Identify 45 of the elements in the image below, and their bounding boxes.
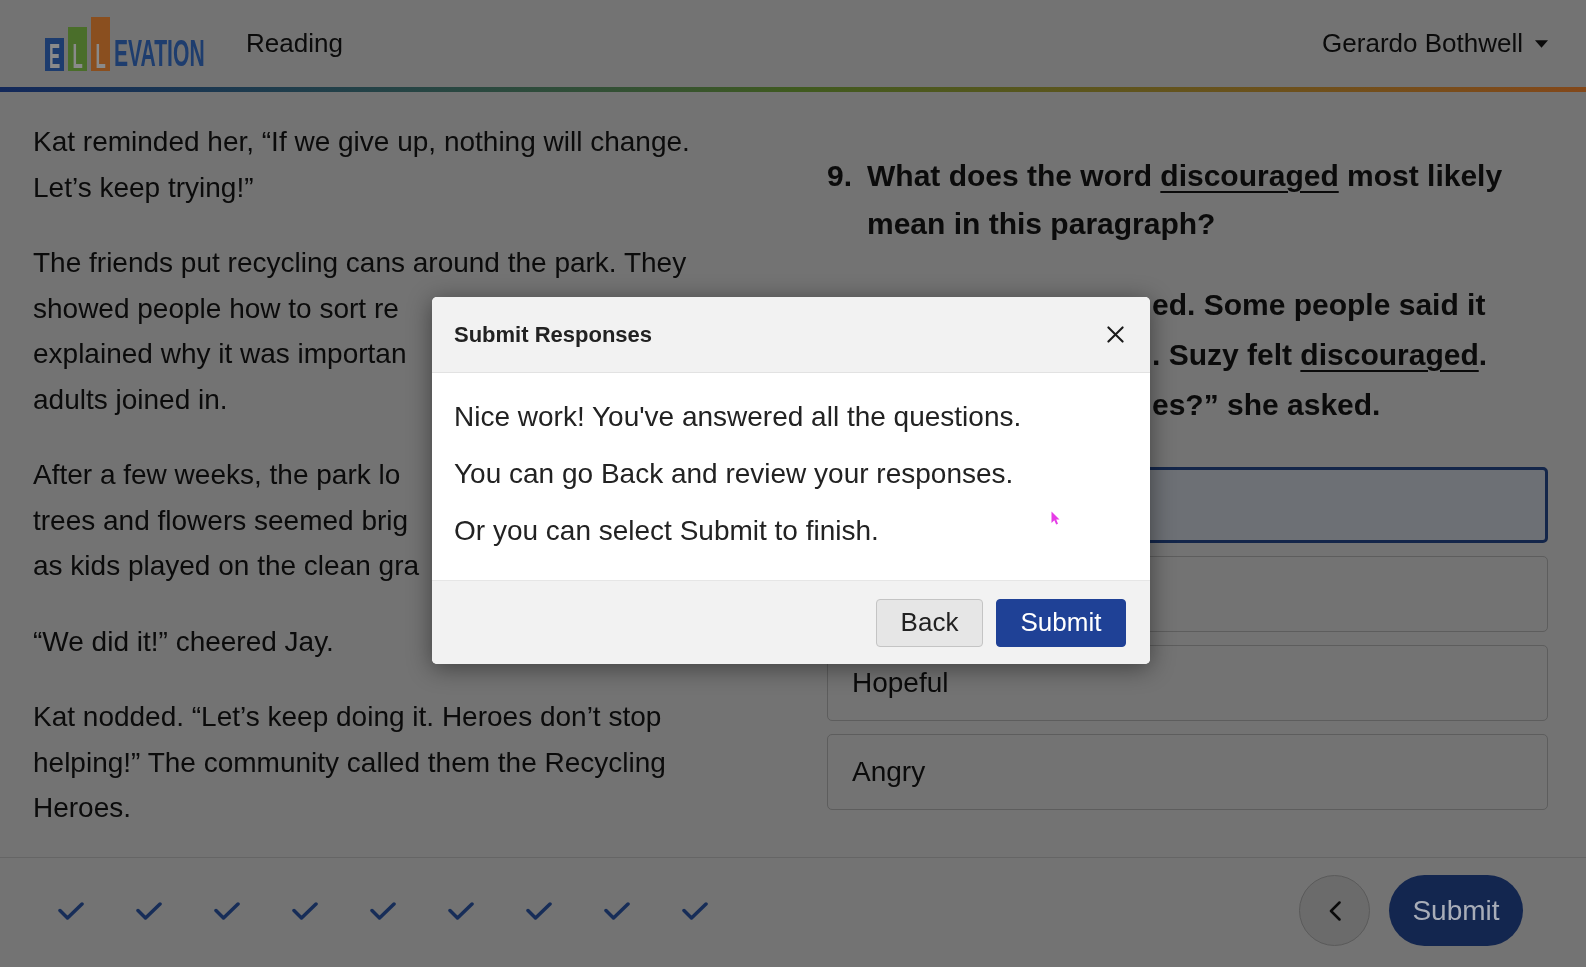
mouse-pointer-icon xyxy=(1051,511,1060,525)
submit-button[interactable]: Submit xyxy=(1389,875,1523,946)
passage-text: Let’s keep trying!” xyxy=(33,170,254,205)
passage-text: adults joined in. xyxy=(33,382,228,417)
logo-letter-tile: L xyxy=(91,16,110,71)
passage-text: explained why it was importan xyxy=(33,337,407,371)
question-text: What does the word discouraged most likely mean in this paragraph? xyxy=(867,158,1504,242)
submit-button[interactable]: Submit xyxy=(996,598,1126,647)
check-icon[interactable] xyxy=(604,901,630,920)
close-icon[interactable] xyxy=(1107,326,1124,343)
passage-text: as kids played on the clean gra xyxy=(33,549,420,583)
back-button[interactable]: Back xyxy=(876,598,983,647)
logo-letter-tile: L xyxy=(68,26,87,71)
question-number: 9. xyxy=(827,158,854,194)
logo-letter-tile: E xyxy=(45,37,64,71)
passage-text: helping!” The community called them the Recycling xyxy=(33,745,666,780)
user-menu-button[interactable]: Gerardo Bothwell xyxy=(1322,24,1548,63)
dialog-title: Submit Responses xyxy=(454,321,653,349)
passage-text: “We did it!” cheered Jay. xyxy=(33,624,334,659)
check-icon[interactable] xyxy=(370,901,396,920)
dialog-message: Nice work! You've answered all the questions. xyxy=(454,400,1022,434)
passage-text: Kat nodded. “Let’s keep doing it. Heroes don’t stop xyxy=(33,700,662,734)
check-icon[interactable] xyxy=(58,901,84,920)
dialog-message: You can go Back and review your responses. xyxy=(454,457,1014,491)
check-icon[interactable] xyxy=(292,901,318,920)
check-icon[interactable] xyxy=(214,901,240,920)
dialog-message: Or you can select Submit to finish. xyxy=(454,514,879,548)
excerpt-text: . Suzy felt discouraged. xyxy=(1152,337,1488,373)
excerpt-text: ed. Some people said it xyxy=(1152,287,1486,323)
passage-text: The friends put recycling cans around the park. They xyxy=(33,246,687,280)
excerpt-text: es?” she asked. xyxy=(1152,387,1381,423)
answer-option[interactable]: Angry xyxy=(827,734,1548,810)
passage-text: showed people how to sort re xyxy=(33,291,399,326)
section-title: Reading xyxy=(246,27,343,60)
check-icon[interactable] xyxy=(526,901,552,920)
check-icon[interactable] xyxy=(448,901,474,920)
passage-text: Kat reminded her, “If we give up, nothing will change. xyxy=(33,125,690,159)
passage-text: Heroes. xyxy=(33,791,132,825)
passage-text: trees and flowers seemed brig xyxy=(33,503,409,538)
chevron-left-icon xyxy=(1328,900,1341,921)
check-icon[interactable] xyxy=(682,901,708,920)
logo-wordmark: EVATION xyxy=(114,39,205,67)
check-icon[interactable] xyxy=(136,901,162,920)
passage-text: After a few weeks, the park lo xyxy=(33,458,401,492)
caret-down-icon xyxy=(1535,39,1548,48)
